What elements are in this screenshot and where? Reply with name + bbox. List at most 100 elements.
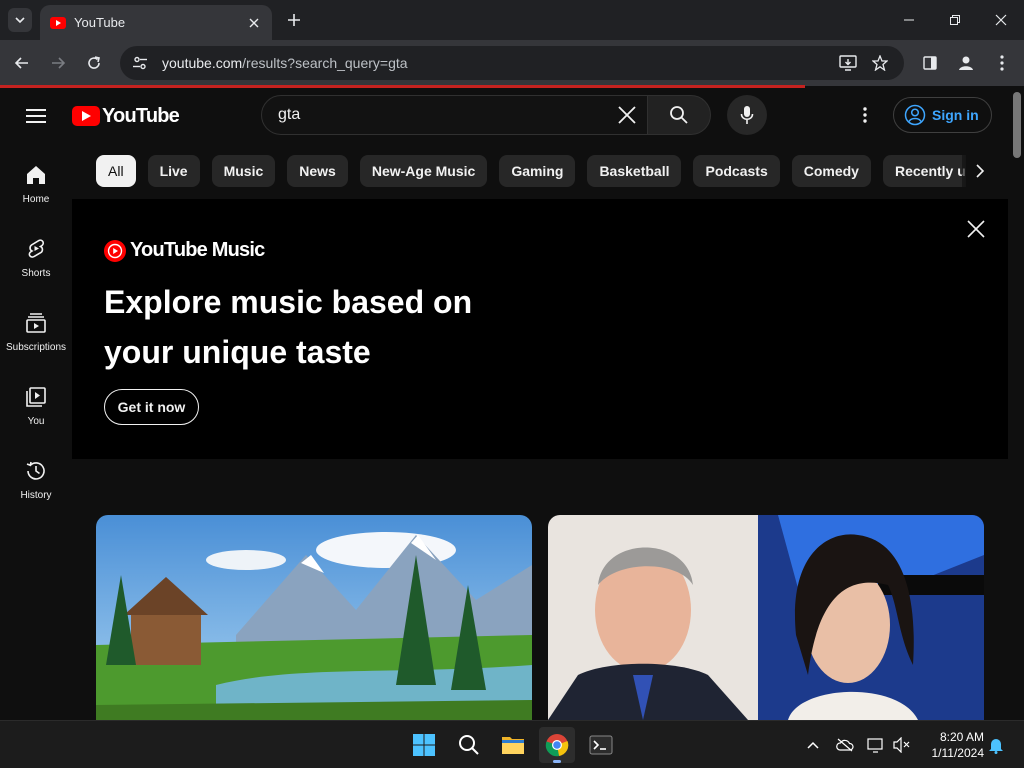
volume-muted-tray-icon[interactable]: [892, 735, 912, 755]
side-panel-button[interactable]: [918, 51, 942, 75]
url-host: youtube.com: [162, 55, 243, 71]
sidebar-item-subscriptions[interactable]: Subscriptions: [0, 292, 72, 366]
chip-live[interactable]: Live: [147, 155, 200, 187]
video-thumbnail-debate[interactable]: [548, 515, 984, 720]
plus-icon: [288, 14, 300, 26]
reload-icon: [88, 56, 100, 69]
chrome-icon: [545, 734, 569, 757]
browser-tab-youtube[interactable]: YouTube: [40, 5, 272, 40]
settings-menu-button[interactable]: [853, 103, 877, 127]
sidebar-item-home[interactable]: Home: [0, 144, 72, 218]
sidebar-item-you[interactable]: You: [0, 366, 72, 440]
clock-time: 8:20 AM: [939, 730, 984, 744]
chip-podcasts[interactable]: Podcasts: [693, 155, 780, 187]
restore-button[interactable]: [932, 0, 978, 40]
close-icon: [995, 14, 1007, 26]
home-icon: [27, 166, 45, 184]
notification-bell-icon[interactable]: [986, 735, 1006, 755]
hamburger-menu-icon[interactable]: [24, 104, 48, 128]
chrome-taskbar-button[interactable]: [539, 727, 575, 763]
restore-icon: [950, 15, 960, 25]
youtube-music-promo-banner: YouTube Music Explore music based on you…: [72, 199, 1008, 459]
dismiss-banner-icon[interactable]: [964, 217, 988, 241]
chip-news[interactable]: News: [287, 155, 348, 187]
site-info-icon[interactable]: [132, 55, 148, 71]
chevron-up-icon: [807, 741, 819, 749]
address-bar[interactable]: youtube.com/results?search_query=gta: [120, 46, 904, 80]
sign-in-label: Sign in: [932, 107, 979, 123]
new-tab-button[interactable]: [282, 8, 306, 32]
start-button[interactable]: [406, 727, 442, 763]
clear-search-icon[interactable]: [607, 95, 647, 135]
forward-button[interactable]: [46, 51, 70, 75]
search-icon: [670, 106, 688, 124]
video-thumbnail-landscape[interactable]: [96, 515, 532, 720]
chip-recently-uploaded[interactable]: Recently uploaded: [882, 155, 966, 187]
voice-search-button[interactable]: [727, 95, 767, 135]
sidebar-item-label: Shorts: [21, 268, 51, 279]
install-app-icon[interactable]: [836, 51, 860, 75]
file-explorer-button[interactable]: [495, 727, 531, 763]
youtube-music-logo: YouTube Music: [104, 239, 265, 262]
banner-headline-line1: Explore music based on: [104, 284, 473, 320]
get-it-now-button[interactable]: Get it now: [104, 389, 199, 425]
youtube-play-icon: [72, 106, 100, 126]
search-query[interactable]: gta: [278, 106, 607, 124]
microphone-icon: [740, 106, 754, 124]
sidebar-item-shorts[interactable]: Shorts: [0, 218, 72, 292]
youtube-masthead: YouTube gta Sign in: [0, 88, 1010, 144]
system-clock[interactable]: 8:20 AM 1/11/2024: [918, 729, 985, 761]
tab-title: YouTube: [74, 15, 126, 30]
you-library-icon: [26, 387, 46, 407]
sign-in-button[interactable]: Sign in: [893, 97, 992, 133]
url-text: youtube.com/results?search_query=gta: [162, 55, 828, 71]
chip-gaming[interactable]: Gaming: [499, 155, 576, 187]
network-tray-icon[interactable]: [866, 735, 886, 755]
banner-headline: Explore music based on your unique taste: [104, 277, 544, 377]
search-input[interactable]: gta: [261, 95, 648, 135]
windows-taskbar: 8:20 AM 1/11/2024: [0, 720, 1024, 768]
tab-search-button[interactable]: [8, 8, 32, 32]
chip-comedy[interactable]: Comedy: [791, 155, 871, 187]
minimize-button[interactable]: [886, 0, 932, 40]
terminal-taskbar-button[interactable]: [583, 727, 619, 763]
sidebar-item-label: History: [20, 490, 52, 501]
close-window-button[interactable]: [978, 0, 1024, 40]
minimize-icon: [904, 19, 914, 21]
tab-close-icon[interactable]: [246, 15, 262, 31]
sidebar-item-label: You: [27, 416, 45, 427]
browser-tab-strip: YouTube: [0, 0, 1024, 40]
sidebar-item-label: Home: [22, 194, 50, 205]
youtube-logo[interactable]: YouTube: [72, 104, 180, 128]
back-button[interactable]: [10, 51, 34, 75]
youtube-music-logo-text: YouTube Music: [130, 239, 265, 261]
show-hidden-icons-button[interactable]: [803, 735, 823, 755]
chip-all[interactable]: All: [96, 155, 136, 187]
chip-scroll-next-button[interactable]: [962, 155, 998, 187]
url-path: /results?search_query=gta: [242, 55, 408, 71]
profile-icon: [959, 56, 973, 70]
page-scrollbar[interactable]: [1010, 88, 1024, 720]
arrow-right-icon: [52, 57, 66, 69]
subscriptions-icon: [26, 313, 46, 333]
arrow-left-icon: [14, 57, 28, 69]
taskbar-search-button[interactable]: [451, 727, 487, 763]
banner-headline-line2: your unique taste: [104, 334, 371, 370]
onedrive-tray-icon[interactable]: [835, 735, 855, 755]
chip-new-age-music[interactable]: New-Age Music: [359, 155, 488, 187]
chip-music[interactable]: Music: [211, 155, 276, 187]
search-icon: [459, 735, 479, 755]
kebab-menu-icon: [863, 107, 867, 123]
youtube-music-play-icon: [104, 239, 126, 262]
history-icon: [26, 461, 45, 480]
profile-button[interactable]: [954, 51, 978, 75]
youtube-logo-text: YouTube: [102, 104, 180, 127]
kebab-menu-icon: [1000, 55, 1004, 71]
chip-basketball[interactable]: Basketball: [587, 155, 682, 187]
bookmark-star-icon[interactable]: [868, 51, 892, 75]
search-button[interactable]: [647, 95, 711, 135]
scrollbar-thumb[interactable]: [1013, 92, 1021, 158]
browser-menu-button[interactable]: [990, 51, 1014, 75]
reload-button[interactable]: [82, 51, 106, 75]
sidebar-item-history[interactable]: History: [0, 440, 72, 514]
